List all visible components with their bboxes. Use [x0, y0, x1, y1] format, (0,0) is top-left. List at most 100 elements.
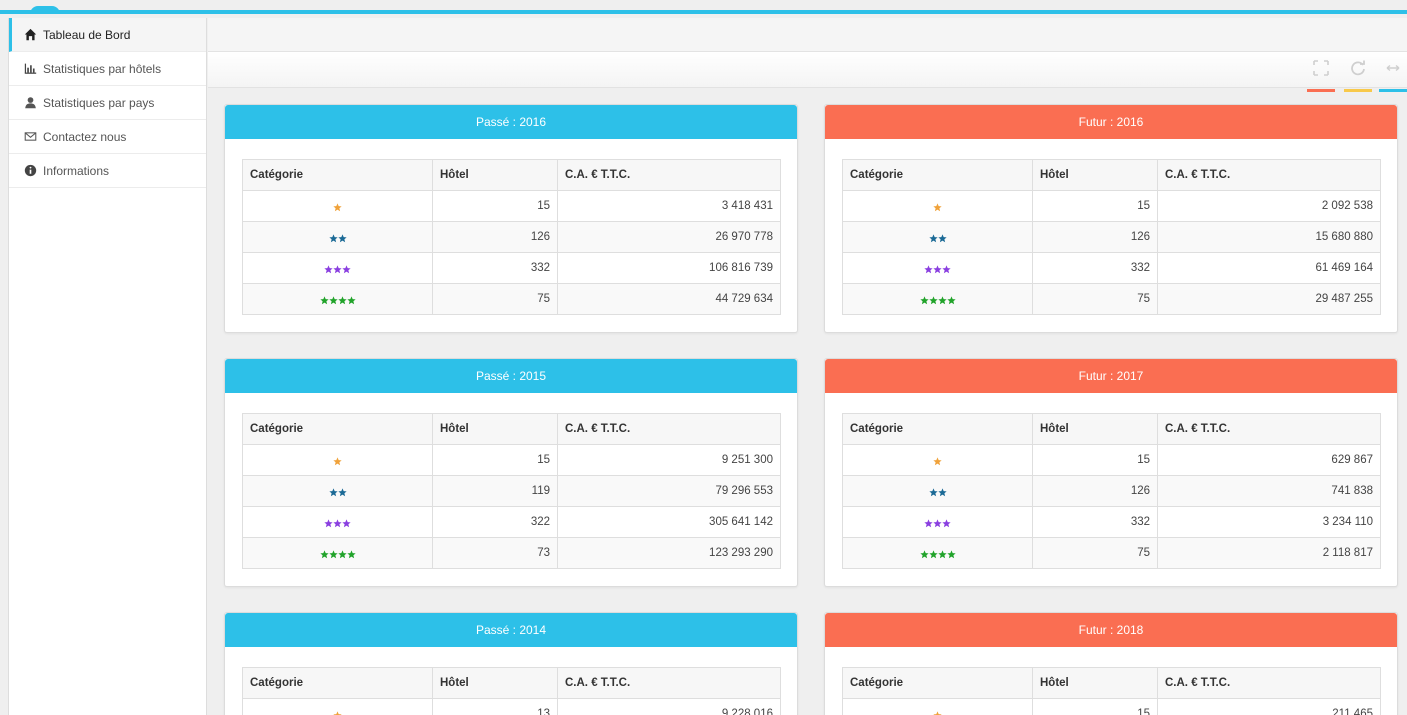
column-header: Hôtel [432, 413, 558, 445]
stats-panel: Passé : 2014 Catégorie Hôtel C.A. € T.T.C. 1… [224, 612, 798, 715]
category-cell [242, 283, 433, 315]
table-header-row: Catégorie Hôtel C.A. € T.T.C. [842, 159, 1381, 191]
table-header-row: Catégorie Hôtel C.A. € T.T.C. [242, 413, 781, 445]
stats-table: Catégorie Hôtel C.A. € T.T.C. 15 2 092 538 12… [842, 159, 1381, 315]
star-icon [346, 550, 356, 559]
revenue-cell: 9 228 016 [557, 698, 781, 715]
column-header: Catégorie [842, 413, 1033, 445]
star-icon [319, 550, 329, 559]
category-cell [242, 190, 433, 222]
star-rating [919, 550, 956, 559]
category-cell [842, 283, 1033, 315]
table-row: 332 61 469 164 [842, 252, 1381, 284]
table-row: 73 123 293 290 [242, 537, 781, 569]
expand-underline [1307, 89, 1335, 92]
revenue-cell: 3 418 431 [557, 190, 781, 222]
envelope-icon [23, 130, 37, 144]
star-rating [324, 519, 351, 528]
table-row: 15 9 251 300 [242, 444, 781, 476]
hotel-count-cell: 126 [1032, 221, 1158, 253]
sidebar-item-statistiques-pays[interactable]: Statistiques par pays [9, 86, 206, 120]
category-cell [842, 475, 1033, 507]
revenue-cell: 2 118 817 [1157, 537, 1381, 569]
revenue-cell: 305 641 142 [557, 506, 781, 538]
category-cell [842, 537, 1033, 569]
star-icon [328, 234, 338, 243]
star-icon [937, 296, 947, 305]
column-header: C.A. € T.T.C. [557, 667, 781, 699]
revenue-cell: 15 680 880 [1157, 221, 1381, 253]
refresh-button[interactable] [1344, 60, 1372, 92]
hotel-count-cell: 332 [1032, 506, 1158, 538]
star-icon [933, 711, 942, 715]
table-header-row: Catégorie Hôtel C.A. € T.T.C. [842, 413, 1381, 445]
star-rating [919, 296, 956, 305]
stats-panel: Futur : 2016 Catégorie Hôtel C.A. € T.T.C. 1… [824, 104, 1398, 333]
star-icon [319, 296, 329, 305]
category-cell [842, 190, 1033, 222]
panel-title: Futur : 2018 [825, 613, 1397, 647]
revenue-cell: 106 816 739 [557, 252, 781, 284]
collapse-underline [1379, 89, 1407, 92]
main-header [208, 18, 1407, 52]
category-cell [242, 537, 433, 569]
table-row: 126 15 680 880 [842, 221, 1381, 253]
revenue-cell: 61 469 164 [1157, 252, 1381, 284]
collapse-button[interactable] [1379, 60, 1407, 92]
expand-button[interactable] [1307, 60, 1335, 92]
star-icon [933, 457, 942, 466]
hotel-count-cell: 126 [1032, 475, 1158, 507]
stats-table: Catégorie Hôtel C.A. € T.T.C. 15 211 465 [842, 667, 1381, 715]
sidebar-item-label: Informations [43, 163, 110, 178]
category-cell [842, 221, 1033, 253]
star-icon [924, 519, 933, 528]
revenue-cell: 3 234 110 [1157, 506, 1381, 538]
star-icon [942, 265, 951, 274]
star-rating [319, 296, 356, 305]
refresh-icon [1351, 60, 1365, 76]
column-header: Catégorie [242, 159, 433, 191]
bar-chart-icon [23, 62, 37, 76]
widget-toolbar [208, 52, 1407, 92]
star-rating [333, 457, 342, 466]
sidebar-item-tableau-de-bord[interactable]: Tableau de Bord [9, 18, 206, 52]
top-accent-notch [30, 6, 60, 14]
collapse-icon [1386, 64, 1400, 72]
panel-title: Passé : 2014 [225, 613, 797, 647]
panel-title: Passé : 2015 [225, 359, 797, 393]
hotel-count-cell: 73 [432, 537, 558, 569]
stats-panel: Passé : 2015 Catégorie Hôtel C.A. € T.T.C. 1… [224, 358, 798, 587]
revenue-cell: 44 729 634 [557, 283, 781, 315]
star-rating [928, 488, 947, 497]
refresh-underline [1344, 89, 1372, 92]
star-rating [924, 519, 951, 528]
revenue-cell: 29 487 255 [1157, 283, 1381, 315]
star-rating [933, 203, 942, 212]
star-icon [946, 296, 956, 305]
column-header: Hôtel [432, 667, 558, 699]
column-header: Catégorie [842, 159, 1033, 191]
star-icon [942, 519, 951, 528]
table-row: 332 106 816 739 [242, 252, 781, 284]
stats-table: Catégorie Hôtel C.A. € T.T.C. 13 9 228 016 [242, 667, 781, 715]
hotel-count-cell: 126 [432, 221, 558, 253]
sidebar-item-statistiques-hotels[interactable]: Statistiques par hôtels [9, 52, 206, 86]
hotel-count-cell: 75 [432, 283, 558, 315]
hotel-count-cell: 119 [432, 475, 558, 507]
star-icon [333, 265, 342, 274]
table-row: 126 26 970 778 [242, 221, 781, 253]
star-icon [328, 550, 338, 559]
table-row: 119 79 296 553 [242, 475, 781, 507]
sidebar-item-contactez-nous[interactable]: Contactez nous [9, 120, 206, 154]
column-header: Hôtel [1032, 159, 1158, 191]
star-rating [928, 234, 947, 243]
category-cell [842, 252, 1033, 284]
sidebar-item-informations[interactable]: Informations [9, 154, 206, 188]
table-row: 322 305 641 142 [242, 506, 781, 538]
category-cell [242, 221, 433, 253]
sidebar-item-label: Statistiques par pays [43, 95, 155, 110]
star-icon [333, 711, 342, 715]
hotel-count-cell: 75 [1032, 283, 1158, 315]
column-header: C.A. € T.T.C. [1157, 667, 1381, 699]
hotel-count-cell: 15 [1032, 190, 1158, 222]
